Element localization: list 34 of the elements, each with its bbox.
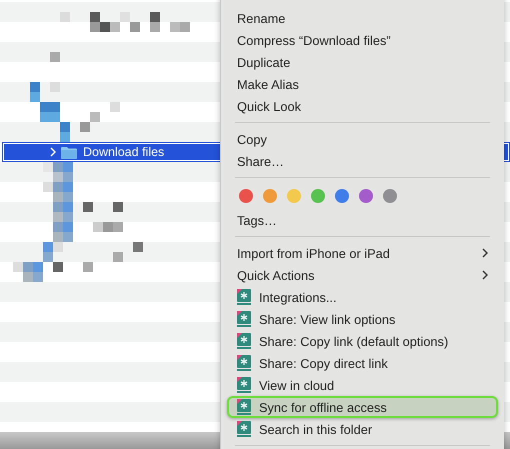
- app-icon: [237, 311, 251, 327]
- menu-item[interactable]: View in cloud: [227, 374, 498, 396]
- tag-color-dot[interactable]: [383, 189, 397, 203]
- menu-item[interactable]: Integrations...: [227, 286, 498, 308]
- tag-color-dot[interactable]: [311, 189, 325, 203]
- tag-color-dot[interactable]: [335, 189, 349, 203]
- menu-item[interactable]: Duplicate: [227, 51, 498, 73]
- menu-item[interactable]: Quick Look: [227, 95, 498, 117]
- tag-color-dot[interactable]: [239, 189, 253, 203]
- menu-item[interactable]: Tags…: [227, 209, 498, 231]
- menu-item[interactable]: Compress “Download files”: [227, 29, 498, 51]
- app-icon: [237, 421, 251, 437]
- folder-icon: [61, 146, 77, 158]
- app-icon: [237, 399, 251, 415]
- app-icon: [237, 355, 251, 371]
- app-icon: [237, 289, 251, 305]
- menu-item[interactable]: Share: View link options: [227, 308, 498, 330]
- menu-item[interactable]: Import from iPhone or iPad: [227, 242, 498, 264]
- menu-item[interactable]: Sync for offline access: [227, 396, 498, 418]
- app-icon: [237, 377, 251, 393]
- menu-item[interactable]: Rename: [227, 7, 498, 29]
- tag-color-dot[interactable]: [287, 189, 301, 203]
- menu-item[interactable]: Share: Copy direct link: [227, 352, 498, 374]
- disclosure-icon[interactable]: [50, 147, 56, 157]
- folder-name: Download files: [83, 145, 164, 159]
- menu-item[interactable]: Quick Actions: [227, 264, 498, 286]
- menu-item[interactable]: Copy: [227, 128, 498, 150]
- app-icon: [237, 333, 251, 349]
- tag-color-dot[interactable]: [359, 189, 373, 203]
- menu-item[interactable]: Search in this folder: [227, 418, 498, 440]
- tag-color-dot[interactable]: [263, 189, 277, 203]
- menu-item[interactable]: Make Alias: [227, 73, 498, 95]
- menu-item[interactable]: Share: Copy link (default options): [227, 330, 498, 352]
- menu-item[interactable]: Share…: [227, 150, 498, 172]
